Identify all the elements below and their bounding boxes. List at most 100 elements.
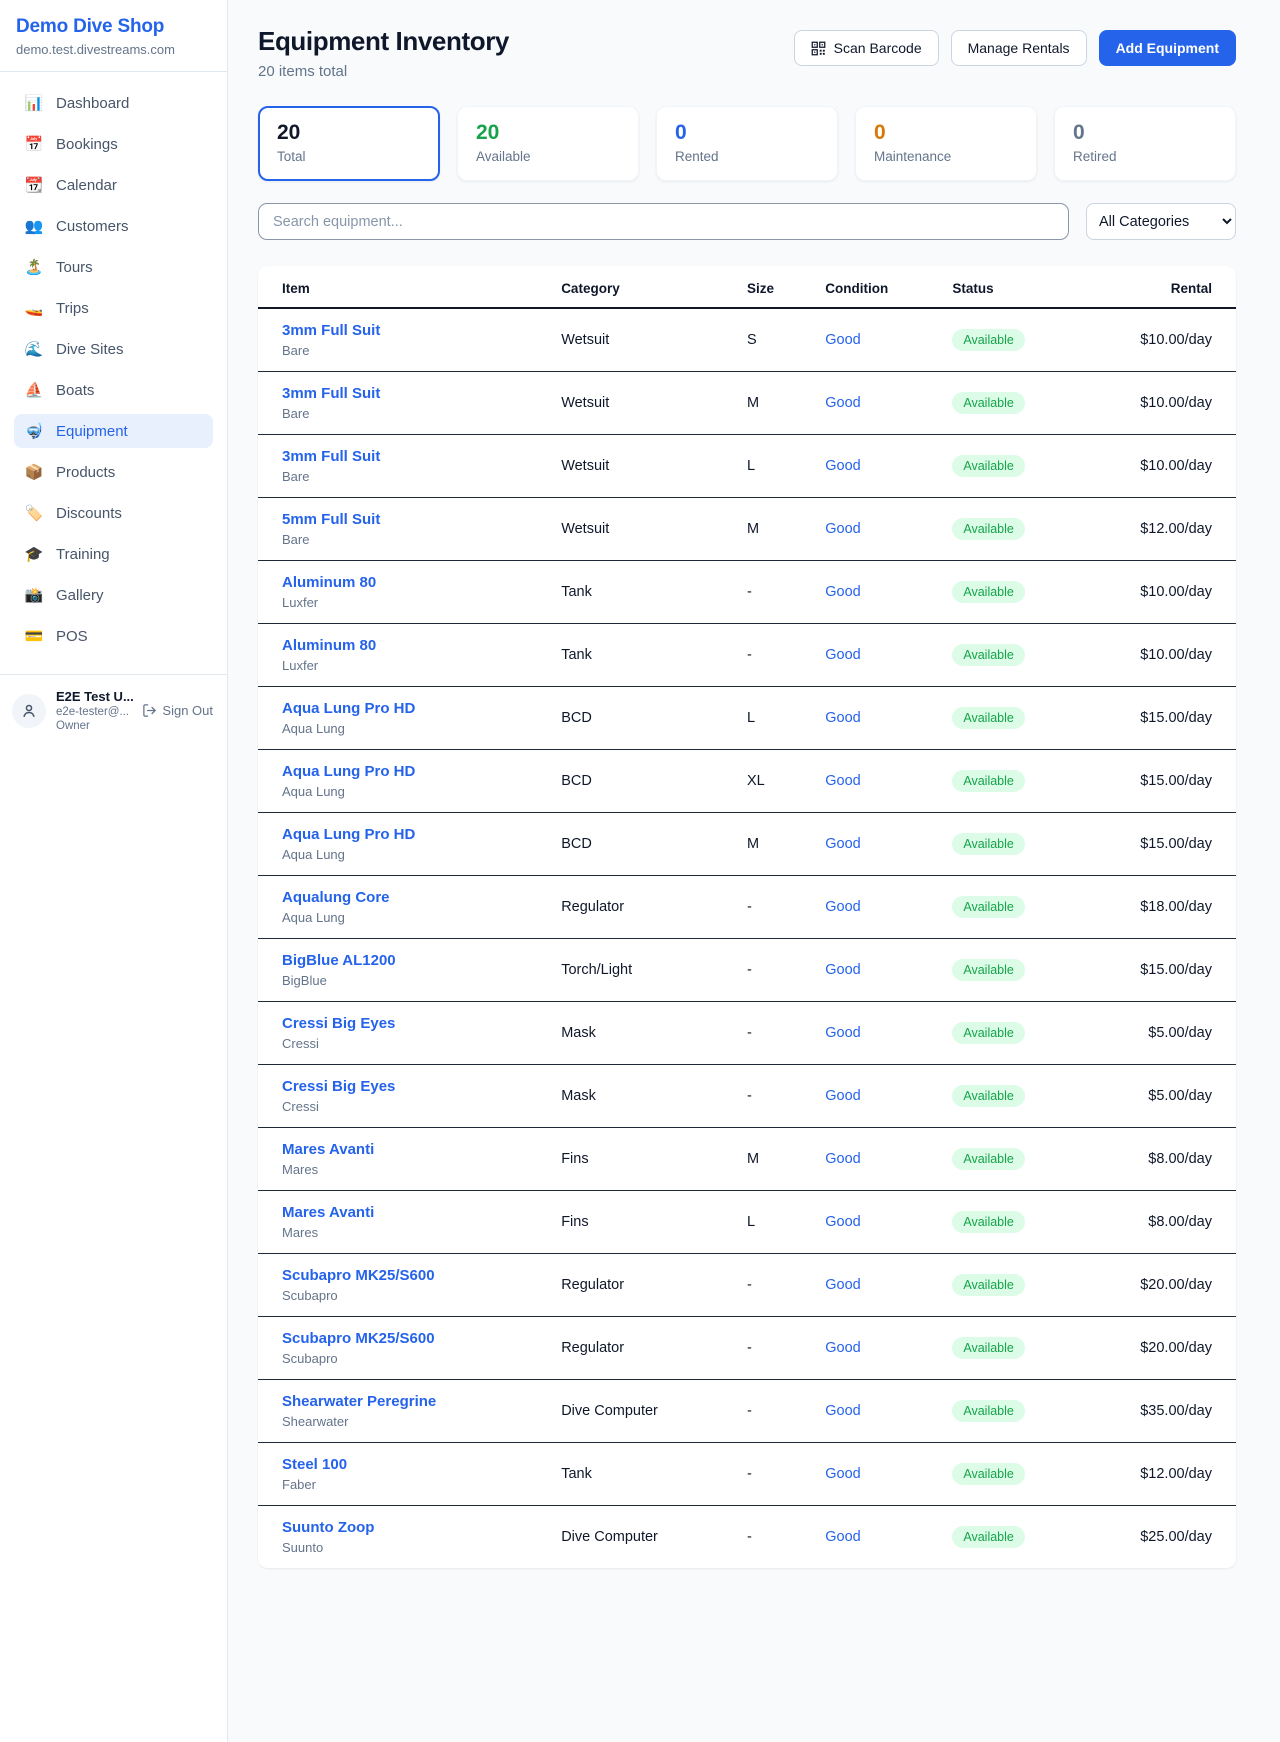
condition-link[interactable]: Good — [825, 1403, 860, 1419]
sidebar-item[interactable]: 📆 Calendar — [14, 168, 213, 202]
condition-link[interactable]: Good — [825, 1088, 860, 1104]
item-brand: Faber — [282, 1477, 561, 1492]
item-name-link[interactable]: Cressi Big Eyes — [282, 1015, 561, 1032]
item-name-link[interactable]: 3mm Full Suit — [282, 322, 561, 339]
category-filter-select[interactable]: All Categories — [1086, 203, 1236, 240]
item-name-link[interactable]: Suunto Zoop — [282, 1519, 561, 1536]
item-name-link[interactable]: Scubapro MK25/S600 — [282, 1330, 561, 1347]
table-row: Shearwater Peregrine Shearwater Dive Com… — [258, 1380, 1236, 1443]
stat-card[interactable]: 0 Maintenance — [855, 106, 1037, 181]
sidebar-item[interactable]: 🎓 Training — [14, 537, 213, 571]
item-category: Mask — [561, 1065, 747, 1128]
table-row: 3mm Full Suit Bare Wetsuit S Good Availa… — [258, 308, 1236, 372]
sidebar-item[interactable]: 📊 Dashboard — [14, 86, 213, 120]
table-row: Mares Avanti Mares Fins M Good Available… — [258, 1128, 1236, 1191]
item-name-link[interactable]: Aluminum 80 — [282, 574, 561, 591]
condition-link[interactable]: Good — [825, 584, 860, 600]
condition-link[interactable]: Good — [825, 1466, 860, 1482]
sidebar-item-label: Training — [56, 546, 110, 563]
condition-link[interactable]: Good — [825, 521, 860, 537]
sidebar-item[interactable]: ⛵ Boats — [14, 373, 213, 407]
condition-link[interactable]: Good — [825, 899, 860, 915]
condition-link[interactable]: Good — [825, 458, 860, 474]
item-size: - — [747, 561, 825, 624]
condition-link[interactable]: Good — [825, 1529, 860, 1545]
status-badge: Available — [952, 1400, 1025, 1422]
sidebar-item[interactable]: 📅 Bookings — [14, 127, 213, 161]
condition-link[interactable]: Good — [825, 647, 860, 663]
manage-rentals-button[interactable]: Manage Rentals — [951, 30, 1087, 66]
table-row: Aluminum 80 Luxfer Tank - Good Available… — [258, 561, 1236, 624]
item-brand: Aqua Lung — [282, 721, 561, 736]
condition-link[interactable]: Good — [825, 710, 860, 726]
sidebar-item-label: Bookings — [56, 136, 118, 153]
stat-label: Available — [476, 149, 620, 164]
item-brand: Bare — [282, 406, 561, 421]
brand-domain: demo.test.divestreams.com — [16, 42, 211, 57]
condition-link[interactable]: Good — [825, 395, 860, 411]
add-equipment-button[interactable]: Add Equipment — [1099, 30, 1236, 66]
item-name-link[interactable]: 5mm Full Suit — [282, 511, 561, 528]
item-category: Regulator — [561, 1317, 747, 1380]
sidebar-item[interactable]: 📦 Products — [14, 455, 213, 489]
item-name-link[interactable]: Aqua Lung Pro HD — [282, 826, 561, 843]
calendar-icon: 📆 — [24, 176, 44, 194]
item-name-link[interactable]: 3mm Full Suit — [282, 385, 561, 402]
condition-link[interactable]: Good — [825, 773, 860, 789]
condition-link[interactable]: Good — [825, 332, 860, 348]
sidebar-item[interactable]: 🌊 Dive Sites — [14, 332, 213, 366]
item-name-link[interactable]: Cressi Big Eyes — [282, 1078, 561, 1095]
stat-card[interactable]: 20 Total — [258, 106, 440, 181]
search-input[interactable] — [258, 203, 1069, 240]
item-brand: BigBlue — [282, 973, 561, 988]
stat-card[interactable]: 0 Retired — [1054, 106, 1236, 181]
sidebar: Demo Dive Shop demo.test.divestreams.com… — [0, 0, 228, 1742]
status-badge: Available — [952, 455, 1025, 477]
condition-link[interactable]: Good — [825, 1277, 860, 1293]
item-name-link[interactable]: Mares Avanti — [282, 1204, 561, 1221]
item-brand: Scubapro — [282, 1351, 561, 1366]
header-actions: Scan Barcode Manage Rentals Add Equipmen… — [794, 26, 1236, 66]
item-size: S — [747, 308, 825, 372]
item-name-link[interactable]: 3mm Full Suit — [282, 448, 561, 465]
item-name-link[interactable]: Shearwater Peregrine — [282, 1393, 561, 1410]
sidebar-item[interactable]: 👥 Customers — [14, 209, 213, 243]
item-category: Tank — [561, 561, 747, 624]
table-row: Scubapro MK25/S600 Scubapro Regulator - … — [258, 1317, 1236, 1380]
item-name-link[interactable]: Steel 100 — [282, 1456, 561, 1473]
sidebar-item[interactable]: 🏷️ Discounts — [14, 496, 213, 530]
stat-card[interactable]: 0 Rented — [656, 106, 838, 181]
condition-link[interactable]: Good — [825, 1025, 860, 1041]
item-name-link[interactable]: BigBlue AL1200 — [282, 952, 561, 969]
item-name-link[interactable]: Mares Avanti — [282, 1141, 561, 1158]
item-brand: Cressi — [282, 1036, 561, 1051]
sidebar-item[interactable]: 🚤 Trips — [14, 291, 213, 325]
item-category: Tank — [561, 1443, 747, 1506]
scan-barcode-button[interactable]: Scan Barcode — [794, 30, 939, 66]
avatar — [12, 694, 46, 728]
user-meta: E2E Test U... e2e-tester@... Owner — [56, 689, 132, 732]
item-name-link[interactable]: Aqua Lung Pro HD — [282, 763, 561, 780]
item-name-link[interactable]: Aqualung Core — [282, 889, 561, 906]
condition-link[interactable]: Good — [825, 1151, 860, 1167]
brand-name[interactable]: Demo Dive Shop — [16, 16, 211, 38]
sidebar-item[interactable]: 🏝️ Tours — [14, 250, 213, 284]
table-row: Cressi Big Eyes Cressi Mask - Good Avail… — [258, 1002, 1236, 1065]
sidebar-item[interactable]: 🤿 Equipment — [14, 414, 213, 448]
pos-icon: 💳 — [24, 627, 44, 645]
stat-value: 20 — [277, 121, 421, 145]
condition-link[interactable]: Good — [825, 1214, 860, 1230]
condition-link[interactable]: Good — [825, 836, 860, 852]
status-badge: Available — [952, 959, 1025, 981]
sign-out-button[interactable]: Sign Out — [142, 703, 215, 718]
item-category: BCD — [561, 687, 747, 750]
item-name-link[interactable]: Aluminum 80 — [282, 637, 561, 654]
stat-card[interactable]: 20 Available — [457, 106, 639, 181]
item-name-link[interactable]: Scubapro MK25/S600 — [282, 1267, 561, 1284]
condition-link[interactable]: Good — [825, 962, 860, 978]
sidebar-item[interactable]: 📸 Gallery — [14, 578, 213, 612]
condition-link[interactable]: Good — [825, 1340, 860, 1356]
item-name-link[interactable]: Aqua Lung Pro HD — [282, 700, 561, 717]
sidebar-item[interactable]: 💳 POS — [14, 619, 213, 653]
manage-rentals-label: Manage Rentals — [968, 40, 1070, 56]
